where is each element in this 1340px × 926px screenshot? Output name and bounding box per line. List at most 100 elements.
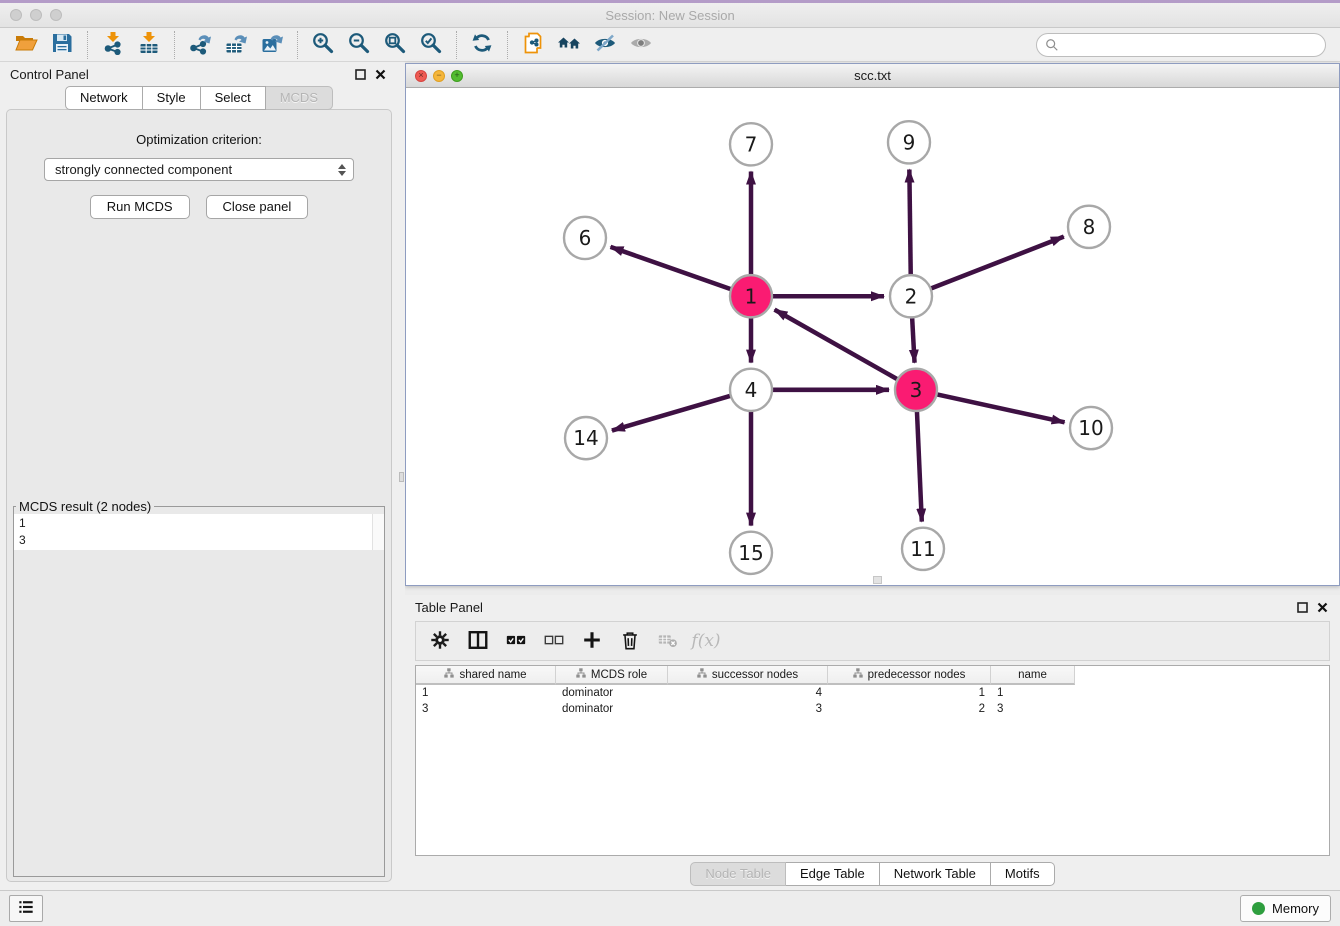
close-panel-icon[interactable] (375, 69, 386, 80)
column-header-predecessor-nodes[interactable]: predecessor nodes (828, 666, 991, 685)
tab-select[interactable]: Select (201, 86, 266, 110)
export-image-button[interactable] (254, 30, 290, 60)
column-header-shared-name[interactable]: shared name (416, 666, 556, 685)
splitter-grip-icon[interactable] (399, 472, 404, 482)
tab-mcds[interactable]: MCDS (266, 86, 333, 110)
zoom-out-button[interactable] (341, 30, 377, 60)
control-panel-tabs: NetworkStyleSelectMCDS (0, 86, 398, 110)
table-cell[interactable]: 1 (416, 687, 556, 699)
float-panel-icon[interactable] (355, 69, 366, 80)
panel-splitter[interactable] (398, 62, 405, 890)
network-graph[interactable]: 7 9 6 8 1 2 4 3 14 10 15 11 (406, 88, 1339, 585)
tab-network-table[interactable]: Network Table (880, 862, 991, 886)
table-cell[interactable]: dominator (556, 687, 668, 699)
float-table-panel-icon[interactable] (1297, 602, 1308, 613)
node-15[interactable]: 15 (730, 532, 772, 574)
edge-3-1[interactable] (775, 310, 916, 390)
memory-button[interactable]: Memory (1240, 895, 1331, 922)
duplicate-network-button[interactable] (515, 30, 551, 60)
edge-1-6[interactable] (610, 247, 751, 296)
deselect-all-button[interactable] (538, 626, 570, 656)
svg-text:3: 3 (910, 378, 923, 402)
import-table-button[interactable] (131, 30, 167, 60)
node-table[interactable]: shared name MCDS role successor nodes prede… (415, 665, 1330, 856)
run-mcds-button[interactable]: Run MCDS (90, 195, 190, 219)
import-network-button[interactable] (95, 30, 131, 60)
tab-node-table[interactable]: Node Table (690, 862, 786, 886)
mcds-result-area[interactable]: 1 3 (14, 514, 384, 550)
table-cell[interactable]: 1 (828, 687, 991, 699)
table-cell[interactable]: 3 (416, 703, 556, 715)
tab-style[interactable]: Style (143, 86, 201, 110)
application-window: Session: New Session Control Panel Netwo… (0, 0, 1340, 926)
column-label: predecessor nodes (868, 669, 966, 681)
delete-column-button[interactable] (652, 626, 684, 656)
function-builder-button[interactable]: f(x) (690, 626, 722, 656)
network-window-titlebar[interactable]: × − + scc.txt (406, 64, 1339, 88)
show-all-networks-button[interactable] (551, 30, 587, 60)
table-cell[interactable]: dominator (556, 703, 668, 715)
deselect-all-icon (543, 629, 565, 654)
node-4[interactable]: 4 (730, 369, 772, 411)
tab-edge-table[interactable]: Edge Table (786, 862, 880, 886)
column-header-mcds-role[interactable]: MCDS role (556, 666, 668, 685)
column-tree-icon (697, 668, 707, 681)
edge-2-8[interactable] (911, 237, 1064, 297)
hide-graphics-details-button[interactable] (587, 30, 623, 60)
svg-text:9: 9 (903, 130, 916, 154)
optimization-select[interactable]: strongly connected component (44, 158, 354, 181)
column-header-successor-nodes[interactable]: successor nodes (668, 666, 828, 685)
table-row[interactable]: 3dominator323 (416, 701, 1329, 717)
table-cell[interactable]: 4 (668, 687, 828, 699)
control-panel: Control Panel NetworkStyleSelectMCDS Opt… (0, 62, 398, 890)
toolbar-separator (87, 31, 88, 59)
node-11[interactable]: 11 (902, 528, 944, 570)
open-session-button[interactable] (8, 30, 44, 60)
open-session-icon (14, 31, 38, 58)
zoom-selected-button[interactable] (413, 30, 449, 60)
right-column: × − + scc.txt 7968124314101511 Table Pan… (405, 62, 1340, 890)
node-7[interactable]: 7 (730, 123, 772, 165)
table-row[interactable]: 1dominator411 (416, 685, 1329, 701)
table-cell[interactable]: 3 (668, 703, 828, 715)
control-panel-header: Control Panel (0, 62, 398, 86)
tab-network[interactable]: Network (65, 86, 143, 110)
node-2[interactable]: 2 (890, 275, 932, 317)
node-1[interactable]: 1 (730, 275, 772, 317)
memory-label: Memory (1272, 901, 1319, 916)
export-network-button[interactable] (182, 30, 218, 60)
zoom-selected-icon (419, 31, 443, 58)
close-table-panel-icon[interactable] (1317, 602, 1328, 613)
edge-3-10[interactable] (916, 390, 1065, 422)
refresh-button[interactable] (464, 30, 500, 60)
show-columns-button[interactable] (462, 626, 494, 656)
node-9[interactable]: 9 (888, 121, 930, 163)
table-cell[interactable]: 3 (991, 703, 1075, 715)
node-3[interactable]: 3 (895, 369, 937, 411)
node-10[interactable]: 10 (1070, 407, 1112, 449)
svg-text:7: 7 (745, 132, 758, 156)
column-header-name[interactable]: name (991, 666, 1075, 685)
task-history-button[interactable] (9, 895, 43, 922)
search-input[interactable] (1036, 33, 1326, 57)
delete-row-button[interactable] (614, 626, 646, 656)
create-column-button[interactable] (576, 626, 608, 656)
attribute-settings-button[interactable] (424, 626, 456, 656)
node-14[interactable]: 14 (565, 417, 607, 459)
zoom-fit-button[interactable] (377, 30, 413, 60)
close-panel-button[interactable]: Close panel (206, 195, 309, 219)
show-graphics-details-button[interactable] (623, 30, 659, 60)
table-cell[interactable]: 2 (828, 703, 991, 715)
network-canvas[interactable]: 7 9 6 8 1 2 4 3 14 10 15 11 (406, 88, 1339, 585)
node-6[interactable]: 6 (564, 217, 606, 259)
save-session-button[interactable] (44, 30, 80, 60)
export-table-button[interactable] (218, 30, 254, 60)
table-cell[interactable]: 1 (991, 687, 1075, 699)
zoom-in-button[interactable] (305, 30, 341, 60)
result-scrollbar[interactable] (372, 514, 384, 550)
select-all-button[interactable] (500, 626, 532, 656)
duplicate-network-icon (521, 31, 545, 58)
node-8[interactable]: 8 (1068, 206, 1110, 248)
column-label: MCDS role (591, 669, 647, 681)
tab-motifs[interactable]: Motifs (991, 862, 1055, 886)
